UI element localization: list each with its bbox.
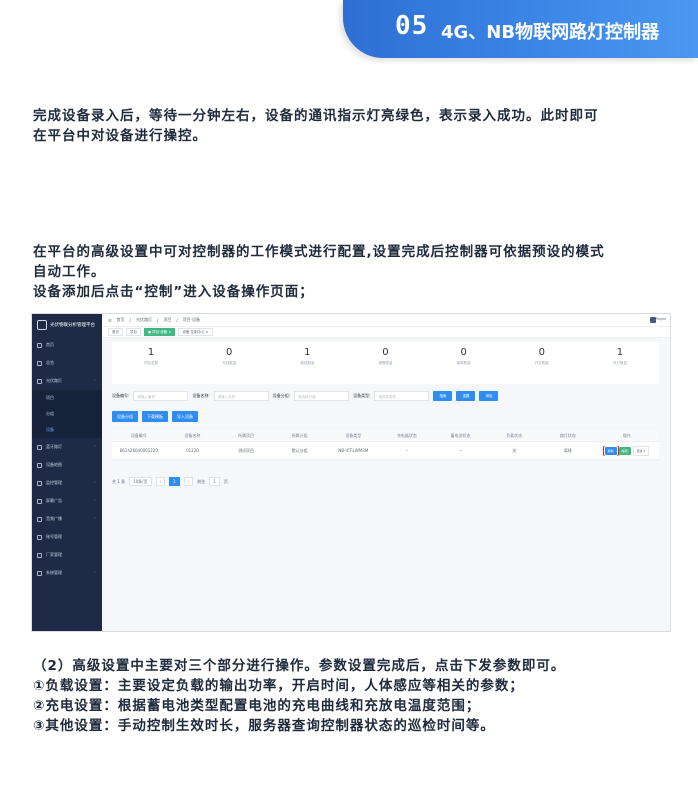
device-group-select[interactable]: 请选择分组 (294, 391, 350, 401)
sidebar-item-map[interactable]: 设备地图 (32, 456, 102, 474)
chevron-up-icon: ˄ (94, 378, 96, 384)
map-icon (37, 462, 42, 468)
section-number: 05 (395, 11, 429, 41)
factory-icon (37, 552, 42, 558)
chevron-down-icon: ˅ (94, 498, 96, 504)
chevron-down-icon: ˅ (94, 480, 96, 486)
reset-button[interactable]: 重置 (456, 391, 476, 401)
page-number[interactable]: 1 (169, 477, 180, 486)
device-table: 设备编号 设备名称 所属项目 所属分组 设备类型 充电器状态 蓄电池状态 负载状… (112, 430, 659, 460)
page-size-select[interactable]: 10条/页 (129, 477, 152, 486)
app-logo: 光伏物联分析管理平台 (32, 314, 102, 336)
chevron-down-icon: ˅ (94, 570, 96, 576)
sidebar-item-overview[interactable]: 总览 (32, 354, 102, 372)
monitor-icon (37, 480, 42, 486)
sidebar-item-accounts[interactable]: 账号管理 (32, 528, 102, 546)
stat-card: 0 在线数量 (222, 347, 237, 365)
tab-project[interactable]: 项目 (126, 328, 141, 336)
sidebar-sub-project[interactable]: 项目 (32, 390, 102, 406)
sidebar: 光伏物联分析管理平台 首页 总览 光伏路灯 ˄ 项目 分组 设备 蓝牙路灯 ˅ 设备… (32, 314, 102, 631)
bluetooth-icon (37, 444, 42, 450)
logo-icon (37, 320, 47, 330)
breadcrumb: ☰ 首页 / 光伏路灯 / 项目 / 项目·设备 Pagini (102, 314, 670, 327)
menu-icon[interactable]: ☰ (108, 318, 112, 323)
sidebar-sub-group[interactable]: 分组 (32, 406, 102, 422)
screen-icon (37, 498, 42, 504)
device-name-input[interactable]: 请输入名称 (213, 391, 269, 401)
next-page-button[interactable]: › (183, 477, 194, 486)
sidebar-item-bluetooth[interactable]: 蓝牙路灯 ˅ (32, 438, 102, 456)
pagination: 共 1 条 10条/页 ‹ 1 › 前往 1 页 (112, 477, 228, 486)
user-name[interactable]: Pagini (656, 317, 666, 321)
microphone-icon (37, 516, 42, 522)
sidebar-item-vendors[interactable]: 厂家管理 (32, 546, 102, 564)
home-icon (37, 342, 42, 348)
sidebar-item-audio[interactable]: 音频广播 ˅ (32, 510, 102, 528)
stat-card: 1 离线数量 (300, 347, 315, 365)
tab-bar: 首页 项目 ● 项目·设备 × 设备·控制中心 × (102, 327, 670, 338)
sidebar-item-system[interactable]: 系统管理 ˅ (32, 564, 102, 582)
device-type-select[interactable]: 请选择类型 (374, 391, 430, 401)
table-header: 设备编号 设备名称 所属项目 所属分组 设备类型 充电器状态 蓄电池状态 负载状… (112, 430, 659, 442)
stat-card: 0 报警数量 (378, 347, 393, 365)
stats-panel: 1 项目总数 0 在线数量 1 离线数量 0 报警数量 0 故障数量 0 开灯数量 1 关灯数… (112, 342, 659, 384)
stat-card: 1 项目总数 (144, 347, 159, 365)
action-bar: 设备分组 下载模板 导入设备 (112, 411, 198, 422)
sidebar-item-screen-ads[interactable]: 屏幕广告 ˅ (32, 492, 102, 510)
paragraph-1: 完成设备录入后，等待一分钟左右，设备的通讯指示灯亮绿色，表示录入成功。此时即可 … (33, 108, 599, 144)
search-button[interactable]: 搜索 (433, 391, 453, 401)
stat-card: 0 故障数量 (456, 347, 471, 365)
settings-icon (37, 570, 42, 576)
paragraph-2: 在平台的高级设置中可对控制器的工作模式进行配置,设置完成后控制器可依据预设的模式… (33, 244, 605, 300)
section-header-banner: 05 4G、NB物联网路灯控制器 (343, 0, 698, 58)
import-devices-button[interactable]: 导入设备 (172, 411, 198, 422)
chevron-down-icon: ˅ (94, 444, 96, 450)
stat-card: 1 关灯数量 (612, 347, 627, 365)
sidebar-sub-device[interactable]: 设备 (32, 422, 102, 438)
section-title: 4G、NB物联网路灯控制器 (441, 22, 660, 43)
sidebar-item-monitor[interactable]: 监控管理 ˅ (32, 474, 102, 492)
download-template-button[interactable]: 下载模板 (142, 411, 168, 422)
light-icon (37, 378, 42, 384)
more-dropdown[interactable]: 更多 ▾ (632, 445, 650, 456)
paragraph-3: （2）高级设置中主要对三个部分进行操作。参数设置完成后，点击下发参数即可。 ①负… (33, 658, 566, 734)
chevron-down-icon: ˅ (94, 516, 96, 522)
edit-button[interactable]: 编辑 (618, 446, 631, 455)
sidebar-item-solar-lights[interactable]: 光伏路灯 ˄ (32, 372, 102, 390)
tab-home[interactable]: 首页 (108, 328, 123, 336)
prev-page-button[interactable]: ‹ (155, 477, 166, 486)
main-content: ☰ 首页 / 光伏路灯 / 项目 / 项目·设备 Pagini 首页 项目 ● 项目·… (102, 314, 670, 631)
tab-project-device[interactable]: ● 项目·设备 × (144, 328, 176, 336)
filter-bar: 设备编号: 请输入编号 设备名称: 请输入名称 设备分组: 请选择分组 设备类型… (112, 387, 659, 405)
platform-screenshot: 光伏物联分析管理平台 首页 总览 光伏路灯 ˄ 项目 分组 设备 蓝牙路灯 ˅ 设备… (31, 313, 671, 632)
add-button[interactable]: 添加 (479, 391, 499, 401)
table-row: 861426040001220 01220 测试项目 默认分组 NB-ICT-L… (112, 442, 659, 460)
device-group-button[interactable]: 设备分组 (112, 411, 138, 422)
goto-page-input[interactable]: 1 (209, 477, 220, 486)
device-id-input[interactable]: 请输入编号 (133, 391, 189, 401)
control-button[interactable]: 控制 (602, 445, 619, 456)
location-icon (37, 360, 42, 366)
user-icon (37, 534, 42, 540)
stat-card: 0 开灯数量 (534, 347, 549, 365)
sidebar-item-home[interactable]: 首页 (32, 336, 102, 354)
tab-device-control[interactable]: 设备·控制中心 × (178, 328, 213, 336)
